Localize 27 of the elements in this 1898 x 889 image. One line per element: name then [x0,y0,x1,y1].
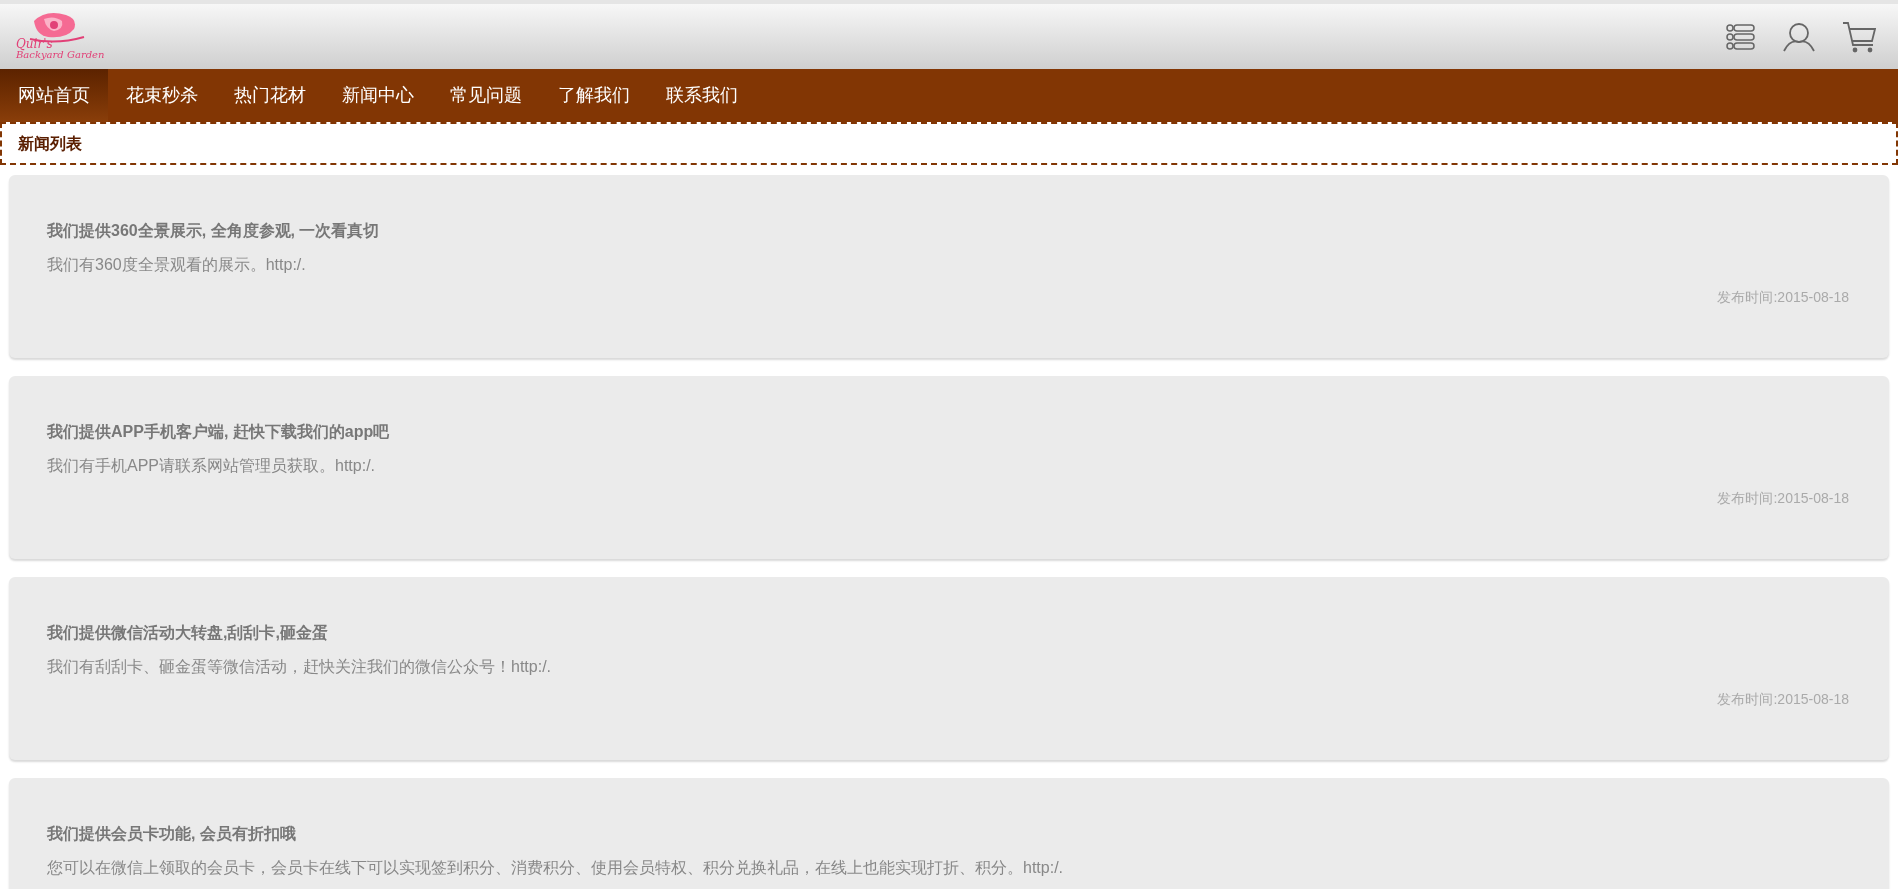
publish-date: 发布时间:2015-08-18 [1717,489,1849,508]
nav-tab[interactable]: 联系我们 [648,69,756,122]
nav-tab[interactable]: 常见问题 [432,69,540,122]
news-summary: 我们有360度全景观看的展示。http:/. [47,255,307,275]
logo-text: Backyard Garden [16,49,105,60]
nav-tab[interactable]: 了解我们 [540,69,648,122]
nav-tab[interactable]: 新闻中心 [324,69,432,122]
news-card[interactable]: 我们提供会员卡功能, 会员有折扣哦 您可以在微信上领取的会员卡，会员卡在线下可以实现签到积分、消费积分、使用会员特权、积分兑换礼品，在线上也能实现打折、积分。http:/. [9,778,1889,889]
news-title[interactable]: 我们提供360全景展示, 全角度参观, 一次看真切 [47,219,1851,243]
news-summary: 您可以在微信上领取的会员卡，会员卡在线下可以实现签到积分、消费积分、使用会员特权、积分兑换礼品，在线上也能实现打折、积分。http:/. [47,858,1065,878]
nav-tab[interactable]: 花束秒杀 [108,69,216,122]
news-summary: 我们有刮刮卡、砸金蛋等微信活动，赶快关注我们的微信公众号！http:/. [47,657,553,677]
publish-date: 发布时间:2015-08-18 [1717,288,1849,307]
news-summary: 我们有手机APP请联系网站管理员获取。http:/. [47,456,377,476]
breadcrumb-text: 新闻列表 [18,133,82,154]
user-icon[interactable] [1782,21,1816,52]
nav-tab[interactable]: 网站首页 [0,69,108,122]
nav-tab[interactable]: 热门花材 [216,69,324,122]
news-card[interactable]: 我们提供360全景展示, 全角度参观, 一次看真切 我们有360度全景观看的展示。http:/. 发布时间:2015-08-18 [9,175,1889,358]
publish-date: 发布时间:2015-08-18 [1717,690,1849,709]
news-card[interactable]: 我们提供APP手机客户端, 赶快下载我们的app吧 我们有手机APP请联系网站管理员获取。http:/. 发布时间:2015-08-18 [9,376,1889,559]
menu-icon[interactable] [1726,21,1756,52]
news-title[interactable]: 我们提供APP手机客户端, 赶快下载我们的app吧 [47,420,1851,444]
news-card[interactable]: 我们提供微信活动大转盘,刮刮卡,砸金蛋 我们有刮刮卡、砸金蛋等微信活动，赶快关注我们的微信公众号！http:/. 发布时间:2015-08-18 [9,577,1889,760]
news-title[interactable]: 我们提供微信活动大转盘,刮刮卡,砸金蛋 [47,621,1851,645]
news-title[interactable]: 我们提供会员卡功能, 会员有折扣哦 [47,822,1851,846]
cart-icon[interactable] [1842,20,1876,53]
